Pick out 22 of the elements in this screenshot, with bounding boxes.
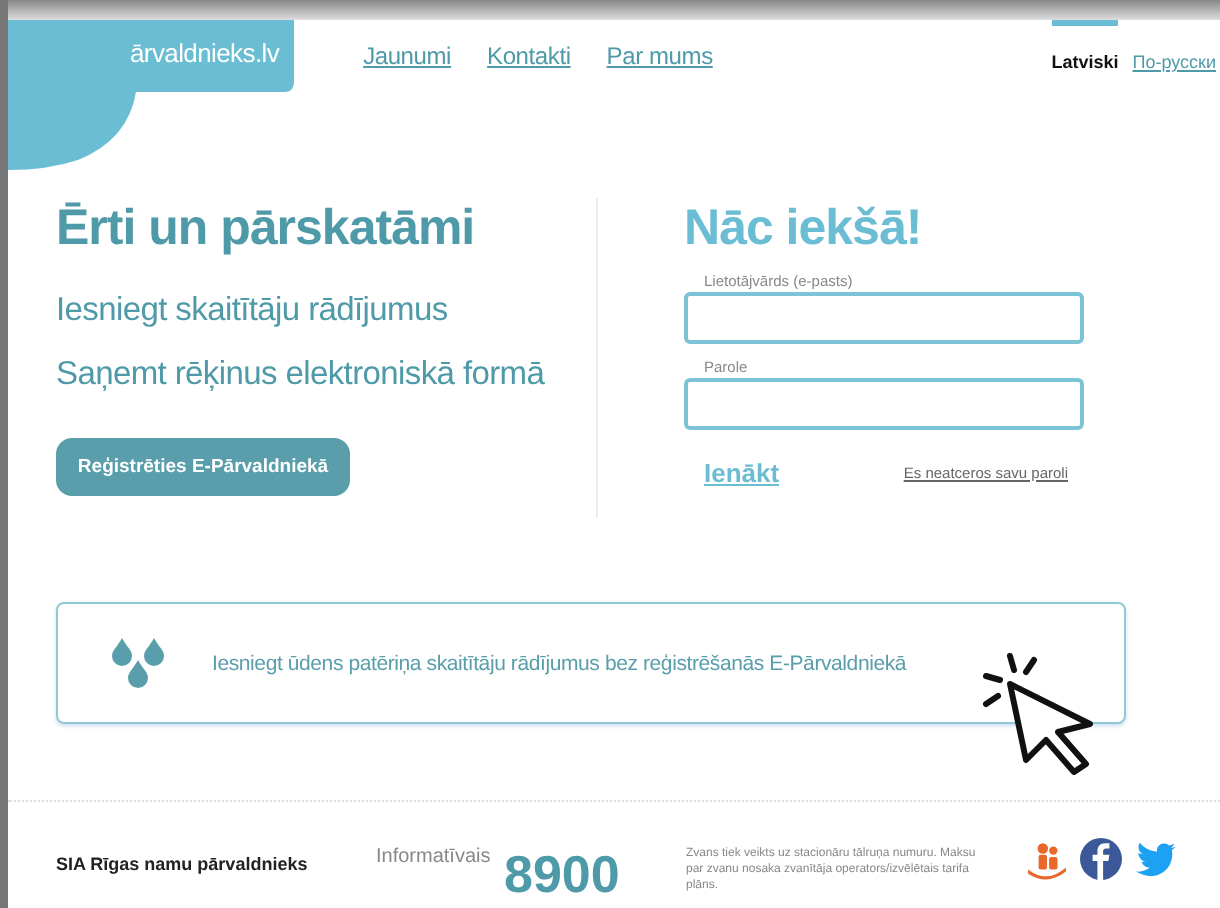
username-field[interactable] — [684, 292, 1084, 344]
nav-link[interactable]: Kontakti — [487, 42, 571, 70]
phone-label: Informatīvais — [376, 846, 493, 868]
banner-text: Iesniegt ūdens patēriņa skaitītāju rādījumus bez reģistrēšanās E-Pārvaldniekā — [212, 651, 907, 675]
feature-line: Iesniegt skaitītāju rādījumus — [56, 290, 450, 332]
bird-icon[interactable] — [1134, 838, 1176, 880]
register-button[interactable]: Reģistrēties E-Pārvaldniekā — [56, 438, 350, 496]
company-name: SIA Rīgas namu pārvaldnieks — [56, 854, 310, 874]
feature-line: Saņemt rēķinus elektroniskā formā — [56, 354, 547, 396]
nav-link[interactable]: Par mums — [606, 42, 713, 70]
nav-link[interactable]: Jaunumi — [363, 42, 452, 70]
password-field[interactable] — [684, 378, 1084, 430]
people-icon[interactable] — [1026, 838, 1068, 880]
login-link[interactable]: Ienākt — [704, 458, 780, 488]
water-drops-icon — [110, 637, 166, 689]
hero-title: Ērti un pārskatāmi — [56, 198, 477, 258]
phone-number: 8900 — [504, 846, 622, 902]
login-title: Nāc iekšā! — [684, 198, 924, 258]
language-link[interactable]: По-русски — [1132, 20, 1216, 92]
language-link[interactable]: Latviski — [1051, 20, 1119, 92]
site-logo[interactable]: ārvaldnieks.lv — [8, 20, 304, 92]
facebook-icon[interactable] — [1080, 838, 1122, 880]
